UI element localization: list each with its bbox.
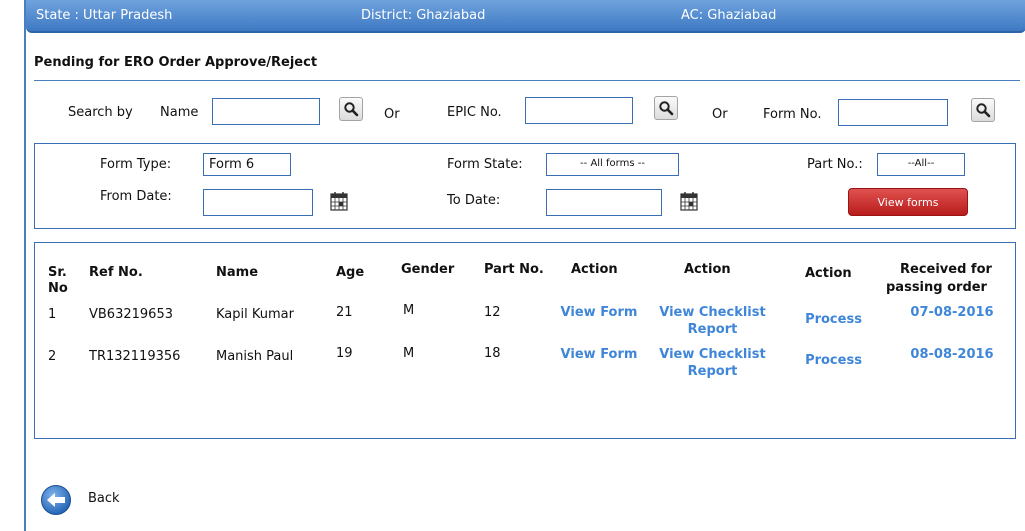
form-no-search-button[interactable]	[971, 98, 995, 122]
left-border	[24, 0, 26, 531]
to-date-input[interactable]	[546, 189, 662, 216]
form-type-label: Form Type:	[100, 157, 172, 172]
row-sr: 1	[48, 307, 57, 322]
name-search-input[interactable]	[212, 98, 320, 125]
back-arrow-icon[interactable]	[40, 484, 72, 516]
view-checklist-report-link[interactable]: View Checklist Report	[650, 346, 775, 380]
filter-panel	[34, 143, 1016, 229]
row-gender: M	[403, 346, 415, 361]
from-date-label: From Date:	[100, 189, 172, 204]
form-no-label: Form No.	[763, 107, 822, 122]
form-state-select[interactable]: -- All forms --	[546, 153, 679, 176]
col-header-received-1: Received for	[900, 262, 992, 277]
row-age: 19	[336, 346, 353, 361]
col-header-action-2: Action	[684, 262, 731, 277]
row-ref-no: TR132119356	[89, 349, 181, 364]
row-name: Manish Paul	[216, 349, 294, 364]
back-link[interactable]: Back	[88, 491, 120, 506]
or-label-2: Or	[712, 107, 728, 122]
view-forms-button[interactable]: View forms	[848, 188, 968, 216]
row-part-no: 18	[484, 346, 501, 361]
col-header-action-3: Action	[805, 266, 852, 281]
process-link[interactable]: Process	[796, 311, 871, 328]
received-date-link[interactable]: 07-08-2016	[902, 304, 1002, 321]
received-date-link[interactable]: 08-08-2016	[902, 346, 1002, 363]
col-header-received-2: passing order	[886, 280, 987, 295]
calendar-icon[interactable]	[680, 191, 698, 211]
form-state-label: Form State:	[447, 157, 523, 172]
magnifier-icon	[976, 103, 991, 118]
view-checklist-link-line1: View Checklist	[659, 305, 766, 320]
col-header-age: Age	[336, 265, 365, 280]
view-form-link[interactable]: View Form	[556, 346, 642, 363]
col-header-sr: Sr.	[48, 265, 67, 280]
col-header-part-no: Part No.	[484, 262, 544, 277]
row-sr: 2	[48, 349, 57, 364]
row-age: 21	[336, 305, 353, 320]
row-part-no: 12	[484, 305, 501, 320]
col-header-ref: Ref No.	[89, 265, 143, 280]
from-date-input[interactable]	[203, 189, 313, 216]
ac-label: AC: Ghaziabad	[681, 8, 777, 23]
view-checklist-link-line2: Report	[687, 364, 738, 379]
col-header-action-1: Action	[571, 262, 618, 277]
view-checklist-report-link[interactable]: View Checklist Report	[650, 304, 775, 338]
state-label: State : Uttar Pradesh	[36, 8, 173, 23]
calendar-icon[interactable]	[330, 191, 348, 211]
district-label: District: Ghaziabad	[361, 8, 486, 23]
magnifier-icon	[659, 101, 674, 116]
epic-search-button[interactable]	[654, 96, 678, 120]
or-label-1: Or	[384, 107, 400, 122]
part-no-label: Part No.:	[807, 157, 863, 172]
part-no-select[interactable]: --All--	[877, 153, 965, 176]
process-link[interactable]: Process	[796, 352, 871, 369]
epic-label: EPIC No.	[447, 105, 502, 120]
form-type-select[interactable]: Form 6	[203, 153, 291, 176]
location-header-bar: State : Uttar Pradesh District: Ghaziaba…	[26, 0, 1025, 33]
name-label: Name	[160, 105, 199, 120]
col-header-name: Name	[216, 265, 259, 280]
view-form-link[interactable]: View Form	[556, 304, 642, 321]
row-gender: M	[403, 303, 415, 318]
magnifier-icon	[344, 102, 359, 117]
name-search-button[interactable]	[339, 97, 363, 121]
view-checklist-link-line2: Report	[687, 322, 738, 337]
epic-search-input[interactable]	[525, 97, 633, 124]
row-name: Kapil Kumar	[216, 307, 294, 322]
col-header-sr-2: No	[48, 281, 68, 296]
col-header-gender: Gender	[401, 262, 455, 277]
search-by-label: Search by	[68, 105, 133, 120]
page-title: Pending for ERO Order Approve/Reject	[34, 55, 318, 70]
title-divider	[34, 80, 1020, 81]
to-date-label: To Date:	[447, 193, 501, 208]
view-checklist-link-line1: View Checklist	[659, 347, 766, 362]
form-no-search-input[interactable]	[838, 99, 948, 126]
row-ref-no: VB63219653	[89, 307, 173, 322]
